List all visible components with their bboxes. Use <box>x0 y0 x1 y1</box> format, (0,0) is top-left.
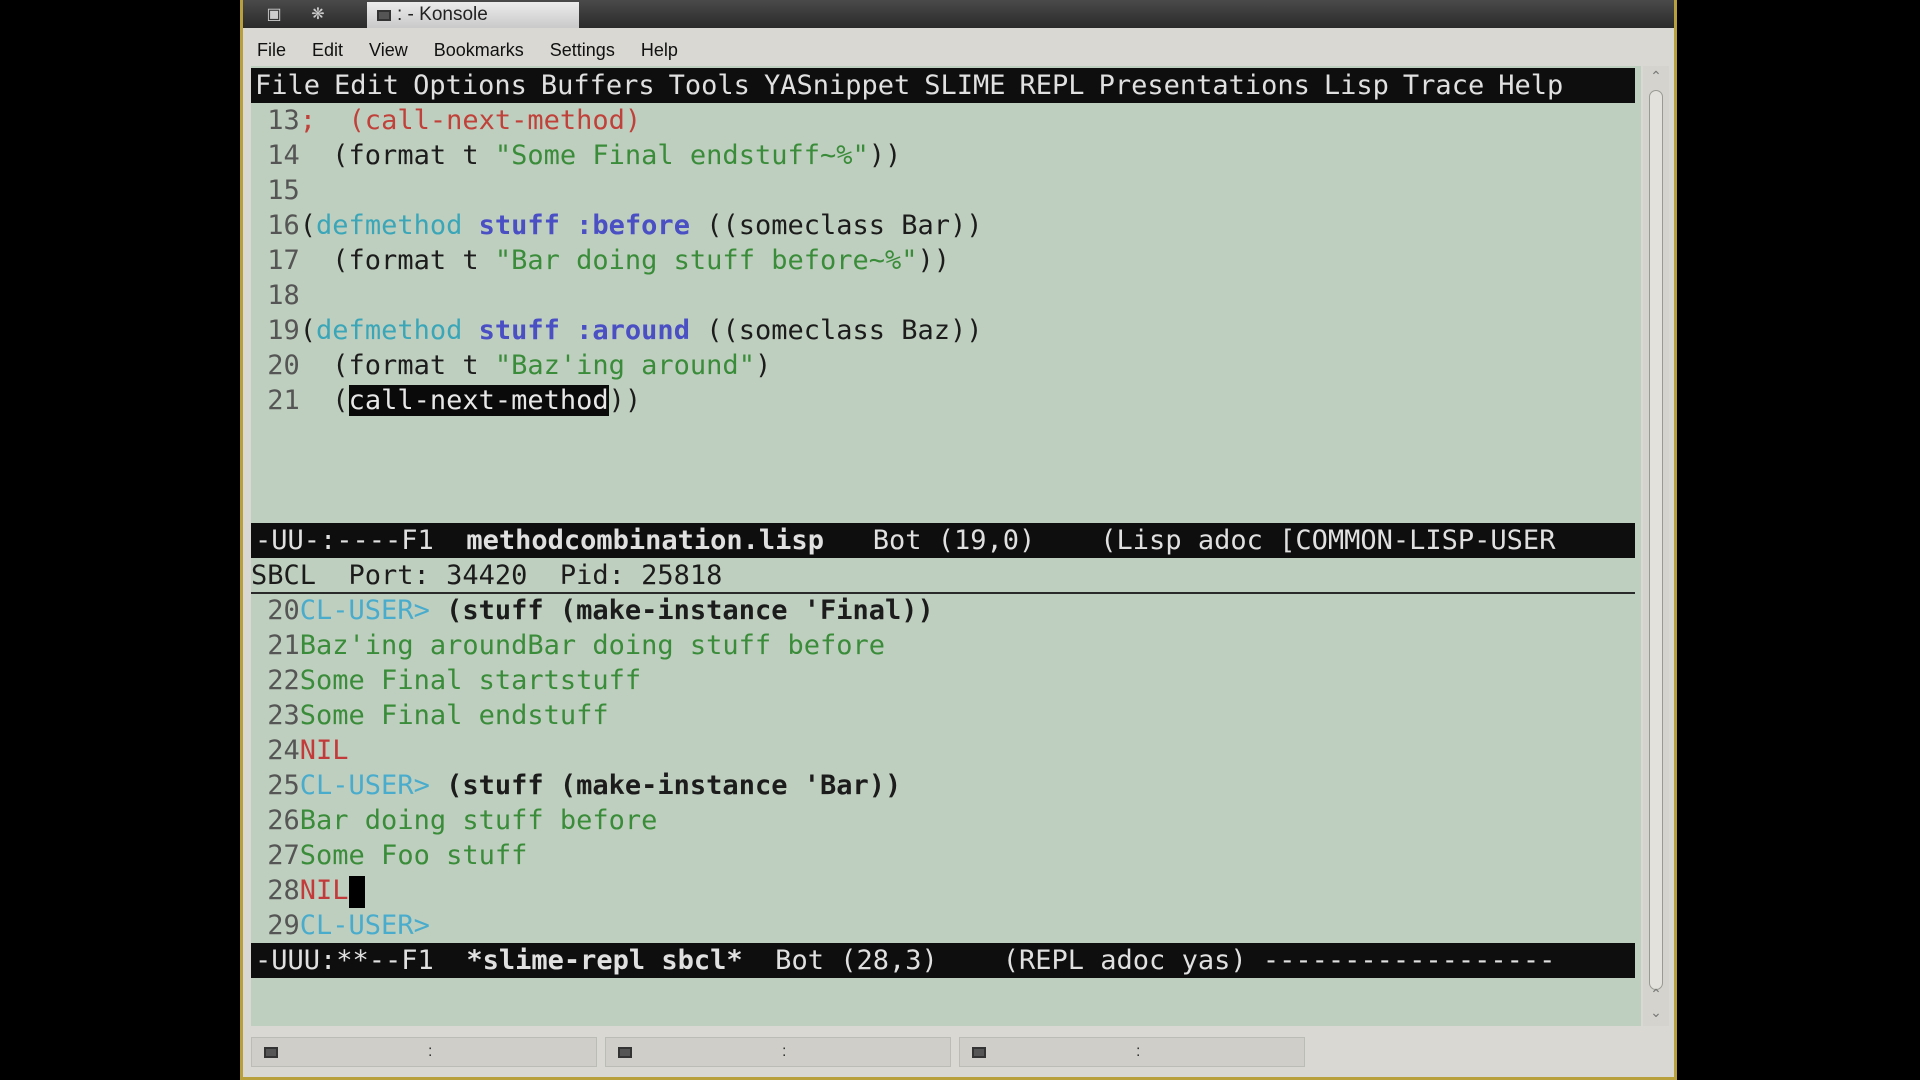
emacs-menu-options[interactable]: Options <box>413 70 527 101</box>
text-cursor <box>348 875 365 908</box>
menu-edit[interactable]: Edit <box>312 40 343 61</box>
terminal-icon <box>618 1046 632 1058</box>
session-tab[interactable]: : <box>605 1037 951 1067</box>
editor-line: 21 (call-next-method)) <box>267 385 642 416</box>
konsole-menubar: File Edit View Bookmarks Settings Help <box>243 36 1674 64</box>
emacs-menu-help[interactable]: Help <box>1498 70 1563 101</box>
terminal-icon <box>972 1046 986 1058</box>
editor-buffer-name[interactable]: methodcombination.lisp <box>466 525 824 556</box>
emacs-menubar: File Edit Options Buffers Tools YASnippet SLIM… <box>251 68 1635 103</box>
repl-line: 25CL-USER> (stuff (make-instance 'Bar)) <box>267 770 902 801</box>
menu-settings[interactable]: Settings <box>550 40 615 61</box>
window-title-tab[interactable]: : - Konsole <box>367 2 579 28</box>
emacs-menu-repl[interactable]: REPL <box>1020 70 1085 101</box>
emacs-menu-tools[interactable]: Tools <box>669 70 750 101</box>
repl-line: 27Some Foo stuff <box>267 840 528 871</box>
repl-header: SBCL Port: 34420 Pid: 25818 <box>251 560 723 591</box>
terminal-icon <box>377 9 391 21</box>
highlighted-symbol[interactable]: call-next-method <box>348 385 609 416</box>
window-title: : - Konsole <box>397 4 488 25</box>
emacs-menu-yasnippet[interactable]: YASnippet <box>764 70 910 101</box>
emacs-menu-trace[interactable]: Trace <box>1403 70 1484 101</box>
editor-line: 15 <box>267 175 300 206</box>
emacs-menu-buffers[interactable]: Buffers <box>541 70 655 101</box>
repl-modeline: -UUU:**--F1 *slime-repl sbcl* Bot (28,3)… <box>251 943 1635 978</box>
title-bar: ▣ ❋ : - Konsole <box>243 0 1674 28</box>
emacs-menu-presentations[interactable]: Presentations <box>1099 70 1310 101</box>
menu-file[interactable]: File <box>257 40 286 61</box>
terminal-area[interactable]: File Edit Options Buffers Tools YASnippet SLIM… <box>251 66 1641 1026</box>
emacs-menu-slime[interactable]: SLIME <box>924 70 1005 101</box>
editor-line: 18 <box>267 280 300 311</box>
editor-modeline: -UU-:----F1 methodcombination.lisp Bot (… <box>251 523 1635 558</box>
session-tab[interactable]: : <box>959 1037 1305 1067</box>
menu-view[interactable]: View <box>369 40 408 61</box>
repl-line: 22Some Final startstuff <box>267 665 642 696</box>
repl-buffer-name[interactable]: *slime-repl sbcl* <box>466 945 742 976</box>
editor-line: 16(defmethod stuff :before ((someclass B… <box>267 210 983 241</box>
repl-line: 20CL-USER> (stuff (make-instance 'Final)… <box>267 595 934 626</box>
editor-line: 17 (format t "Bar doing stuff before~%")… <box>267 245 951 276</box>
editor-line: 20 (format t "Baz'ing around") <box>267 350 772 381</box>
app-menu-icon[interactable]: ❋ <box>305 4 331 24</box>
repl-line[interactable]: 29CL-USER> <box>251 908 430 943</box>
monitor-icon[interactable]: ▣ <box>261 4 287 24</box>
menu-help[interactable]: Help <box>641 40 678 61</box>
terminal-icon <box>264 1046 278 1058</box>
editor-line: 14 (format t "Some Final endstuff~%")) <box>267 140 902 171</box>
repl-line: 28NIL <box>251 873 365 908</box>
repl-line: 21Baz'ing aroundBar doing stuff before <box>267 630 885 661</box>
konsole-window: ▣ ❋ : - Konsole File Edit View Bookmarks… <box>240 0 1677 1080</box>
scroll-up-small-icon[interactable]: ⌃ <box>1643 986 1669 1003</box>
scroll-thumb[interactable] <box>1649 90 1663 990</box>
emacs-menu-lisp[interactable]: Lisp <box>1324 70 1389 101</box>
menu-bookmarks[interactable]: Bookmarks <box>434 40 524 61</box>
repl-line: 24NIL <box>267 735 349 766</box>
emacs-menu-edit[interactable]: Edit <box>334 70 399 101</box>
repl-line: 26Bar doing stuff before <box>267 805 658 836</box>
scroll-down-icon[interactable]: ⌄ <box>1643 1004 1669 1021</box>
emacs-menu-file[interactable]: File <box>255 70 320 101</box>
scrollbar[interactable]: ⌃ ⌃ ⌄ <box>1643 66 1669 1026</box>
repl-line: 23Some Final endstuff <box>267 700 609 731</box>
editor-line: 13; (call-next-method) <box>267 105 642 136</box>
session-tabbar: : : : <box>243 1032 1674 1072</box>
scroll-up-icon[interactable]: ⌃ <box>1643 68 1669 85</box>
editor-line: 19(defmethod stuff :around ((someclass B… <box>267 315 983 346</box>
session-tab[interactable]: : <box>251 1037 597 1067</box>
